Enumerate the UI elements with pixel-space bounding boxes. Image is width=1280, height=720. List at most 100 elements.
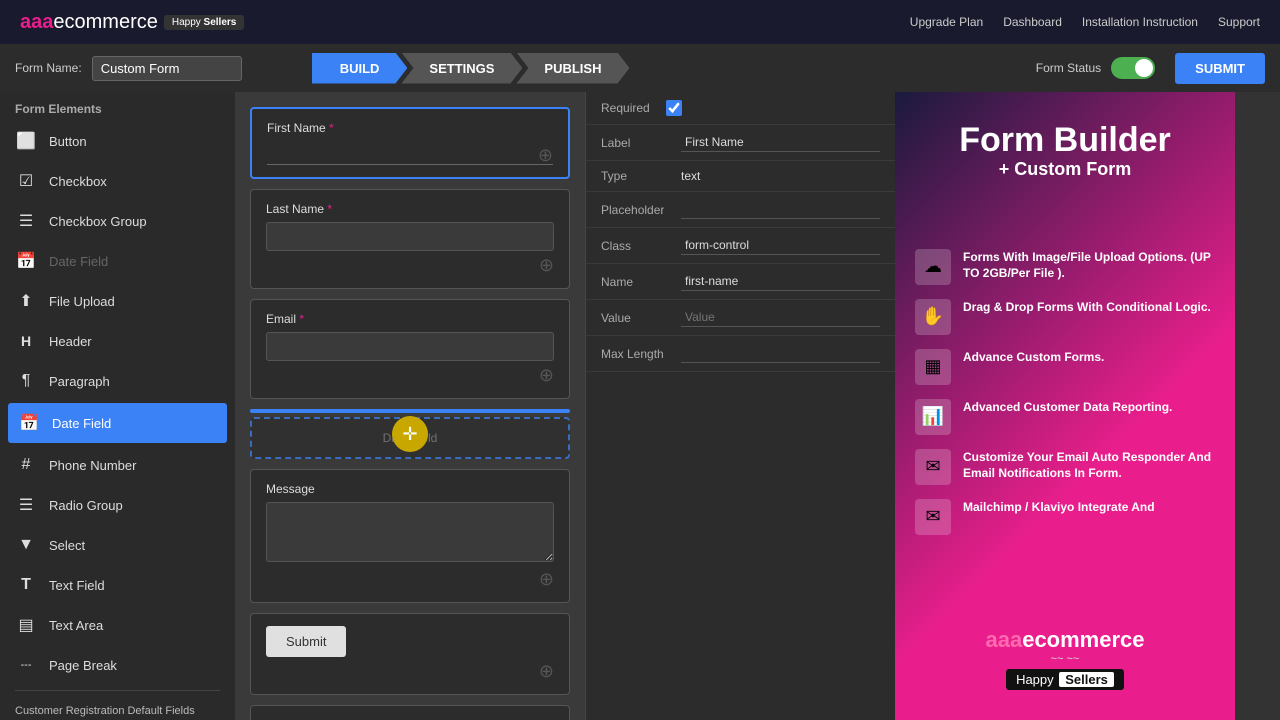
sidebar-item-checkbox-group[interactable]: ☰ Checkbox Group bbox=[0, 201, 235, 241]
sidebar-item-label: Page Break bbox=[49, 658, 117, 673]
prop-maxlength-row: Max Length bbox=[586, 336, 895, 372]
date-field-icon: 📅 bbox=[15, 250, 37, 272]
promo-logo-bottom: aaaecommerce ~~ ~~ Happy Sellers bbox=[985, 627, 1144, 690]
field-last-name[interactable]: Last Name * ⊕ bbox=[250, 189, 570, 289]
field-date[interactable]: Date Field ⊕ bbox=[250, 705, 570, 720]
sidebar-item-page-break[interactable]: --- Page Break bbox=[0, 645, 235, 685]
field-label-firstname: First Name * bbox=[267, 121, 553, 135]
prop-value-input[interactable] bbox=[681, 308, 880, 327]
prop-class-key: Class bbox=[601, 239, 681, 253]
select-icon: ▼ bbox=[15, 534, 37, 556]
promo-feature-drag: ✋ Drag & Drop Forms With Conditional Log… bbox=[915, 299, 1215, 335]
promo-feature-text: Mailchimp / Klaviyo Integrate And bbox=[963, 499, 1155, 516]
field-label-lastname: Last Name * bbox=[266, 202, 554, 216]
form-tabs: BUILD SETTINGS PUBLISH bbox=[312, 53, 624, 84]
sidebar-item-phone-number[interactable]: # Phone Number bbox=[0, 445, 235, 485]
form-name-input[interactable] bbox=[92, 56, 242, 81]
email-input[interactable] bbox=[266, 332, 554, 361]
sidebar-item-checkbox[interactable]: ☑ Checkbox bbox=[0, 161, 235, 201]
sidebar-item-date-field[interactable]: 📅 Date Field bbox=[0, 241, 235, 281]
promo-feature-upload: ☁ Forms With Image/File Upload Options. … bbox=[915, 249, 1215, 285]
promo-feature-text: Drag & Drop Forms With Conditional Logic… bbox=[963, 299, 1211, 316]
sidebar-item-paragraph[interactable]: ¶ Paragraph bbox=[0, 361, 235, 401]
nav-installation[interactable]: Installation Instruction bbox=[1082, 15, 1198, 29]
promo-title-area: Form Builder + Custom Form bbox=[959, 122, 1171, 180]
tab-publish[interactable]: PUBLISH bbox=[516, 53, 629, 84]
nav-links: Upgrade Plan Dashboard Installation Inst… bbox=[910, 15, 1260, 29]
sidebar-item-header[interactable]: H Header bbox=[0, 321, 235, 361]
required-marker: * bbox=[329, 121, 334, 135]
required-checkbox[interactable] bbox=[666, 100, 682, 116]
drag-move-icon[interactable]: ✛ bbox=[392, 416, 428, 452]
add-field-plus-last[interactable]: ⊕ bbox=[266, 255, 554, 276]
sidebar-item-label: Select bbox=[49, 538, 85, 553]
sidebar-item-button[interactable]: ⬜ Button bbox=[0, 121, 235, 161]
form-name-bar: Form Name: BUILD SETTINGS PUBLISH Form S… bbox=[0, 44, 1280, 92]
sidebar-item-text-area[interactable]: ▤ Text Area bbox=[0, 605, 235, 645]
form-status-area: Form Status SUBMIT bbox=[1036, 53, 1265, 84]
sidebar-item-file-upload[interactable]: ⬆ File Upload bbox=[0, 281, 235, 321]
required-marker-last: * bbox=[327, 202, 332, 216]
field-label-message: Message bbox=[266, 482, 554, 496]
prop-type-value: text bbox=[681, 169, 880, 183]
promo-happy-sellers: Happy Sellers bbox=[1006, 669, 1124, 690]
promo-subtitle: + Custom Form bbox=[959, 159, 1171, 180]
file-upload-icon: ⬆ bbox=[15, 290, 37, 312]
prop-name-input[interactable] bbox=[681, 272, 880, 291]
prop-type-row: Type text bbox=[586, 161, 895, 192]
sidebar-item-label: File Upload bbox=[49, 294, 115, 309]
email-icon: ✉ bbox=[915, 449, 951, 485]
prop-maxlength-input[interactable] bbox=[681, 344, 880, 363]
nav-support[interactable]: Support bbox=[1218, 15, 1260, 29]
sidebar-item-label: Header bbox=[49, 334, 92, 349]
logo: aaaecommerce bbox=[20, 11, 158, 34]
add-field-plus-msg[interactable]: ⊕ bbox=[266, 569, 554, 590]
drop-indicator bbox=[250, 409, 570, 413]
field-message[interactable]: Message ⊕ bbox=[250, 469, 570, 603]
nav-dashboard[interactable]: Dashboard bbox=[1003, 15, 1062, 29]
sidebar-section-title: Form Elements bbox=[0, 92, 235, 121]
message-input[interactable] bbox=[266, 502, 554, 562]
promo-feature-mailchimp: ✉ Mailchimp / Klaviyo Integrate And bbox=[915, 499, 1215, 535]
field-wrapper-message: Message ⊕ bbox=[250, 469, 570, 603]
prop-maxlength-key: Max Length bbox=[601, 347, 681, 361]
add-field-plus-submit[interactable]: ⊕ bbox=[266, 661, 554, 682]
tab-build[interactable]: BUILD bbox=[312, 53, 408, 84]
required-marker-email: * bbox=[299, 312, 304, 326]
sidebar-item-date-field-dragging[interactable]: 📅 Date Field bbox=[8, 403, 227, 443]
promo-features: ☁ Forms With Image/File Upload Options. … bbox=[915, 249, 1215, 549]
prop-class-input[interactable] bbox=[681, 236, 880, 255]
submit-button[interactable]: SUBMIT bbox=[1175, 53, 1265, 84]
prop-placeholder-input[interactable] bbox=[681, 200, 880, 219]
prop-required-label: Required bbox=[601, 101, 650, 115]
add-field-plus-email[interactable]: ⊕ bbox=[266, 365, 554, 386]
last-name-input[interactable] bbox=[266, 222, 554, 251]
date-field-dragging-icon: 📅 bbox=[18, 412, 40, 434]
prop-class-row: Class bbox=[586, 228, 895, 264]
form-status-toggle[interactable] bbox=[1111, 57, 1155, 79]
nav-upgrade[interactable]: Upgrade Plan bbox=[910, 15, 983, 29]
field-label-email: Email * bbox=[266, 312, 554, 326]
header-icon: H bbox=[15, 330, 37, 352]
first-name-input[interactable] bbox=[267, 141, 553, 165]
prop-label-row: Label bbox=[586, 125, 895, 161]
advanced-icon: ▦ bbox=[915, 349, 951, 385]
prop-placeholder-row: Placeholder bbox=[586, 192, 895, 228]
field-email[interactable]: Email * ⊕ bbox=[250, 299, 570, 399]
prop-name-key: Name bbox=[601, 275, 681, 289]
sidebar-item-radio-group[interactable]: ☰ Radio Group bbox=[0, 485, 235, 525]
sidebar-item-text-field[interactable]: T Text Field bbox=[0, 565, 235, 605]
mailchimp-icon: ✉ bbox=[915, 499, 951, 535]
form-builder-area: First Name * ⊕ Last Name * ⊕ bbox=[235, 92, 585, 720]
promo-title: Form Builder bbox=[959, 122, 1171, 159]
prop-type-key: Type bbox=[601, 169, 681, 183]
drag-icon: ✋ bbox=[915, 299, 951, 335]
text-area-icon: ▤ bbox=[15, 614, 37, 636]
field-first-name[interactable]: First Name * ⊕ bbox=[250, 107, 570, 179]
sidebar-item-select[interactable]: ▼ Select bbox=[0, 525, 235, 565]
prop-label-input[interactable] bbox=[681, 133, 880, 152]
prop-value-key: Value bbox=[601, 311, 681, 325]
prop-value-row: Value bbox=[586, 300, 895, 336]
form-submit-button[interactable]: Submit bbox=[266, 626, 346, 657]
tab-settings[interactable]: SETTINGS bbox=[401, 53, 522, 84]
